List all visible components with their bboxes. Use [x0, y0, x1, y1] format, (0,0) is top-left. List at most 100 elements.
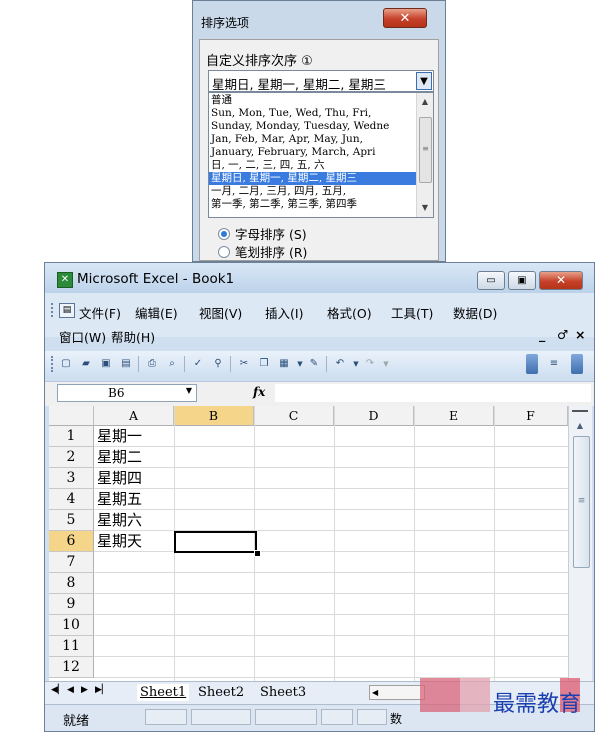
- scroll-thumb[interactable]: ≡: [419, 117, 432, 183]
- dialog-close-button[interactable]: ✕: [383, 8, 427, 28]
- undo-dropdown-icon[interactable]: ▼: [349, 357, 363, 371]
- redo-dropdown-icon[interactable]: ▼: [379, 357, 393, 371]
- open-icon[interactable]: ▰: [79, 357, 93, 371]
- menu-item[interactable]: 窗口(W): [59, 327, 106, 346]
- toolbar-options-icon-2[interactable]: [571, 354, 583, 374]
- spelling-icon[interactable]: ✓: [191, 357, 205, 371]
- scroll-left-icon[interactable]: ◀: [372, 686, 378, 699]
- combo-dropdown-button[interactable]: ▼: [416, 72, 432, 90]
- column-header-f[interactable]: F: [494, 406, 568, 426]
- row-header-4[interactable]: 4: [49, 489, 94, 510]
- name-box-dropdown-icon[interactable]: ▼: [186, 386, 192, 395]
- name-box[interactable]: B6 ▼: [57, 384, 197, 402]
- worksheet-grid[interactable]: A B C D E F 1 2 3 4 5 6 7 8 9 10 11 12 星期一 星期二 星期四 星期五 星期六 星期天: [49, 406, 568, 681]
- scroll-up-icon[interactable]: ▲: [571, 418, 589, 434]
- row-header-3[interactable]: 3: [49, 468, 94, 489]
- row-header-12[interactable]: 12: [49, 657, 94, 678]
- formula-input[interactable]: [275, 384, 591, 402]
- row-header-1[interactable]: 1: [49, 426, 94, 447]
- align-center-icon[interactable]: ≡: [547, 357, 561, 371]
- row-header-10[interactable]: 10: [49, 615, 94, 636]
- toolbar-options-icon[interactable]: [526, 354, 538, 374]
- maximize-button[interactable]: ▣: [508, 271, 536, 290]
- scroll-up-icon[interactable]: ▲: [417, 95, 433, 109]
- cell-a4[interactable]: 星期五: [97, 489, 142, 510]
- redo-icon[interactable]: ↷: [363, 357, 377, 371]
- paste-dropdown-icon[interactable]: ▼: [293, 357, 307, 371]
- list-item[interactable]: 第一季, 第二季, 第三季, 第四季: [209, 198, 417, 211]
- list-item[interactable]: 日, 一, 二, 三, 四, 五, 六: [209, 159, 417, 172]
- cell-a5[interactable]: 星期六: [97, 510, 142, 531]
- row-header-8[interactable]: 8: [49, 573, 94, 594]
- save-icon[interactable]: ▣: [99, 357, 113, 371]
- format-painter-icon[interactable]: ✎: [307, 357, 321, 371]
- cell-a6[interactable]: 星期天: [97, 531, 142, 552]
- close-button[interactable]: ✕: [539, 271, 583, 290]
- sheet-tab-sheet2[interactable]: Sheet2: [195, 684, 247, 701]
- column-header-d[interactable]: D: [334, 406, 414, 426]
- row-header-5[interactable]: 5: [49, 510, 94, 531]
- split-handle[interactable]: [572, 410, 588, 416]
- print-preview-icon[interactable]: ⌕: [165, 357, 179, 371]
- print-icon[interactable]: ⎙: [145, 357, 159, 371]
- permission-icon[interactable]: ▤: [119, 357, 133, 371]
- minimize-button[interactable]: ▭: [477, 271, 505, 290]
- mdi-restore-button[interactable]: ♂: [557, 327, 568, 342]
- row-header-2[interactable]: 2: [49, 447, 94, 468]
- row-header-9[interactable]: 9: [49, 594, 94, 615]
- cell-a2[interactable]: 星期二: [97, 447, 142, 468]
- cut-icon[interactable]: ✂: [237, 357, 251, 371]
- menu-item[interactable]: 视图(V): [199, 303, 242, 322]
- scroll-thumb[interactable]: ≡: [573, 436, 590, 568]
- document-icon[interactable]: ▤: [59, 303, 75, 318]
- menu-item[interactable]: 格式(O): [327, 303, 372, 322]
- cell-a3[interactable]: 星期四: [97, 468, 142, 489]
- list-item[interactable]: January, February, March, Apri: [209, 146, 417, 159]
- menubar-grip[interactable]: [51, 303, 56, 317]
- custom-order-list[interactable]: 普通 Sun, Mon, Tue, Wed, Thu, Fri, Sunday, M…: [208, 92, 434, 218]
- row-header-7[interactable]: 7: [49, 552, 94, 573]
- list-item[interactable]: Jan, Feb, Mar, Apr, May, Jun,: [209, 133, 417, 146]
- undo-icon[interactable]: ↶: [333, 357, 347, 371]
- research-icon[interactable]: ⚲: [211, 357, 225, 371]
- list-item[interactable]: 一月, 二月, 三月, 四月, 五月,: [209, 185, 417, 198]
- prev-sheet-icon[interactable]: ◀: [67, 685, 74, 695]
- column-header-c[interactable]: C: [254, 406, 334, 426]
- toolbar-grip[interactable]: [51, 356, 56, 372]
- menu-item[interactable]: 帮助(H): [111, 327, 155, 346]
- next-sheet-icon[interactable]: ▶: [81, 685, 88, 695]
- menu-item[interactable]: 编辑(E): [135, 303, 178, 322]
- list-item[interactable]: 普通: [209, 94, 417, 107]
- fx-icon[interactable]: fx: [253, 385, 265, 399]
- new-icon[interactable]: ▢: [59, 357, 73, 371]
- active-cell-b6[interactable]: [174, 531, 257, 553]
- column-header-e[interactable]: E: [414, 406, 494, 426]
- list-scrollbar[interactable]: ▲ ≡ ▼: [416, 93, 433, 217]
- radio-alpha-sort[interactable]: 字母排序 (S): [218, 224, 307, 243]
- column-header-a[interactable]: A: [94, 406, 174, 426]
- horizontal-scrollbar[interactable]: ◀: [369, 685, 425, 700]
- mdi-close-button[interactable]: ×: [575, 327, 585, 342]
- fill-handle[interactable]: [254, 550, 261, 557]
- scroll-down-icon[interactable]: ▼: [417, 201, 433, 215]
- copy-icon[interactable]: ❐: [257, 357, 271, 371]
- select-all-corner[interactable]: [49, 406, 94, 426]
- row-header-6[interactable]: 6: [49, 531, 94, 552]
- sheet-tab-sheet1[interactable]: Sheet1: [137, 684, 190, 701]
- sheet-tab-sheet3[interactable]: Sheet3: [257, 684, 309, 701]
- menu-item[interactable]: 数据(D): [453, 303, 497, 322]
- menu-item[interactable]: 插入(I): [265, 303, 303, 322]
- last-sheet-icon[interactable]: ▶▏: [95, 685, 109, 695]
- paste-icon[interactable]: ▦: [277, 357, 291, 371]
- mdi-minimize-button[interactable]: _: [539, 327, 545, 342]
- row-header-11[interactable]: 11: [49, 636, 94, 657]
- list-item[interactable]: Sun, Mon, Tue, Wed, Thu, Fri,: [209, 107, 417, 120]
- menu-item[interactable]: 文件(F): [79, 303, 121, 322]
- vertical-scrollbar[interactable]: ▲ ≡: [568, 406, 592, 681]
- column-header-b[interactable]: B: [174, 406, 254, 426]
- list-item[interactable]: Sunday, Monday, Tuesday, Wedne: [209, 120, 417, 133]
- radio-stroke-sort[interactable]: 笔划排序 (R): [218, 242, 307, 261]
- menu-item[interactable]: 工具(T): [391, 303, 433, 322]
- first-sheet-icon[interactable]: ◀▏: [51, 685, 65, 695]
- custom-order-combobox[interactable]: 星期日, 星期一, 星期二, 星期三 ▼: [208, 70, 434, 92]
